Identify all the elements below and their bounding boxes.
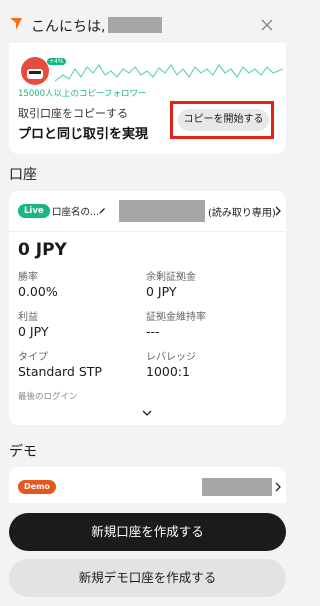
- accounts-section-title: 口座: [9, 167, 37, 183]
- readonly-label: (読み取り専用): [208, 208, 276, 219]
- account-header-row[interactable]: Live 口座名の... (読み取り専用): [9, 191, 286, 232]
- field-value: 0 JPY: [146, 284, 177, 299]
- field-value: 0 JPY: [18, 324, 49, 339]
- start-copy-button[interactable]: コピーを開始する: [178, 109, 269, 131]
- create-demo-account-button[interactable]: 新規デモ口座を作成する: [9, 559, 286, 597]
- live-badge: Live: [18, 204, 50, 218]
- promo-line2: プロと同じ取引を実現: [18, 127, 149, 142]
- chevron-right-icon[interactable]: [275, 482, 281, 492]
- close-icon[interactable]: [261, 19, 273, 31]
- orange-arrow-logo-icon: [10, 18, 22, 30]
- field-label: 勝率: [18, 272, 38, 283]
- performance-sparkline: [55, 63, 283, 82]
- field-value: ---: [146, 324, 160, 339]
- promo-line1: 取引口座をコピーする: [18, 107, 128, 120]
- field-label: 証拠金維持率: [146, 312, 206, 323]
- last-login-label: 最後のログイン: [18, 392, 78, 402]
- field-label: タイプ: [18, 352, 48, 363]
- greeting-text: こんにちは,: [31, 19, 106, 35]
- chevron-right-icon[interactable]: [275, 206, 281, 216]
- edit-pencil-icon[interactable]: [98, 207, 106, 215]
- field-label: 余剰証拠金: [146, 272, 196, 283]
- demo-badge: Demo: [18, 480, 56, 494]
- redacted-username: [108, 17, 162, 33]
- redacted-account-id: [119, 200, 205, 222]
- demo-account-card[interactable]: Demo: [9, 467, 286, 507]
- field-value: 0.00%: [18, 284, 58, 299]
- followers-text: 15000人以上のコピーフォロワー: [18, 89, 147, 99]
- redacted-demo-account: [202, 478, 272, 496]
- live-account-card[interactable]: Live 口座名の... (読み取り専用) 0 JPY 勝率 0.00% 余剰証…: [9, 191, 286, 425]
- field-value: Standard STP: [18, 364, 102, 379]
- bottom-action-panel: 新規口座を作成する 新規デモ口座を作成する: [0, 503, 294, 606]
- create-account-button[interactable]: 新規口座を作成する: [9, 513, 286, 551]
- demo-section-title: デモ: [9, 444, 37, 460]
- field-label: レバレッジ: [146, 352, 196, 363]
- header: こんにちは,: [0, 0, 294, 46]
- account-name: 口座名の...: [52, 207, 100, 218]
- chevron-down-icon[interactable]: [142, 410, 152, 416]
- field-value: 1000:1: [146, 364, 190, 379]
- field-label: 利益: [18, 312, 38, 323]
- account-balance: 0 JPY: [18, 240, 67, 260]
- trader-avatar: [21, 57, 49, 85]
